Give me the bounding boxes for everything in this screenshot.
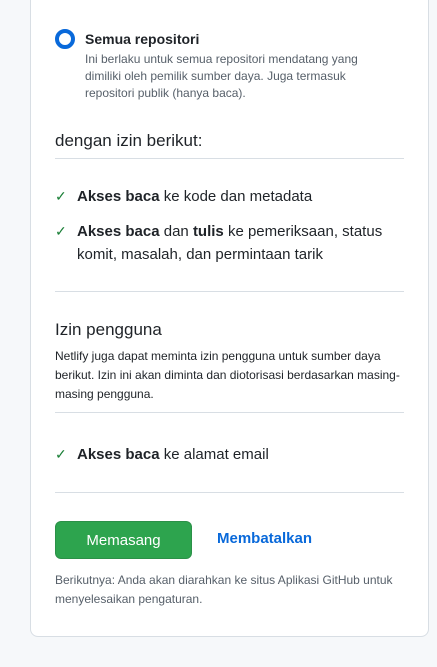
divider	[55, 412, 404, 413]
permission-item: ✓ Akses baca ke kode dan metadata	[55, 185, 404, 208]
user-permissions-heading: Izin pengguna	[55, 320, 162, 339]
check-icon: ✓	[55, 223, 67, 239]
radio-selected-icon[interactable]	[55, 29, 75, 49]
permission-item: ✓ Akses baca dan tulis ke pemeriksaan, s…	[55, 220, 404, 266]
permission-text: Akses baca ke alamat email	[77, 446, 269, 463]
check-icon: ✓	[55, 188, 67, 204]
check-icon: ✓	[55, 446, 67, 462]
radio-label[interactable]: Semua repositori	[85, 31, 199, 47]
install-button[interactable]: Memasang	[55, 521, 192, 559]
cancel-link[interactable]: Membatalkan	[217, 530, 312, 547]
permission-text: Akses baca dan tulis ke pemeriksaan, sta…	[77, 223, 383, 263]
radio-description: Ini berlaku untuk semua repositori menda…	[85, 52, 358, 100]
divider	[55, 291, 404, 292]
permissions-heading: dengan izin berikut:	[55, 131, 203, 150]
radio-all-repositories[interactable]: Semua repositori	[55, 29, 199, 49]
permission-text: Akses baca ke kode dan metadata	[77, 188, 313, 205]
user-permissions-description: Netlify juga dapat meminta izin pengguna…	[55, 349, 400, 401]
divider	[55, 492, 404, 493]
next-step-note: Berikutnya: Anda akan diarahkan ke situs…	[55, 573, 393, 606]
divider	[55, 158, 404, 159]
install-card: Semua repositori Ini berlaku untuk semua…	[30, 0, 429, 637]
user-permission-item: ✓ Akses baca ke alamat email	[55, 443, 404, 466]
